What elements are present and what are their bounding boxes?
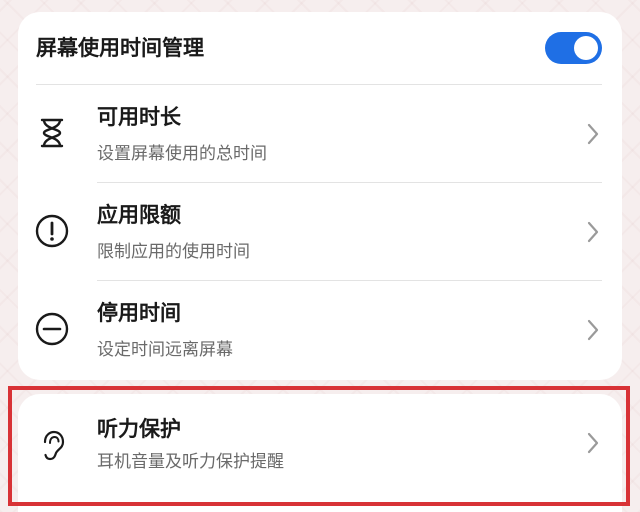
exclamation-circle-icon bbox=[35, 214, 69, 248]
screen-time-header-row: 屏幕使用时间管理 bbox=[18, 12, 622, 84]
item-subtitle: 限制应用的使用时间 bbox=[97, 242, 250, 262]
list-item-app-limits[interactable]: 应用限额 限制应用的使用时间 bbox=[18, 183, 622, 281]
chevron-right-icon bbox=[587, 432, 599, 454]
toggle-knob bbox=[574, 36, 598, 60]
screen-time-card: 屏幕使用时间管理 可用时长 设置屏幕使用的总时间 应用限额 限制应用的使用时间 bbox=[18, 12, 622, 380]
screen-time-toggle[interactable] bbox=[545, 32, 602, 64]
screen-time-title: 屏幕使用时间管理 bbox=[36, 36, 204, 60]
item-title: 可用时长 bbox=[97, 105, 181, 129]
item-title: 停用时间 bbox=[97, 301, 181, 325]
minus-circle-icon bbox=[35, 312, 69, 346]
ear-icon bbox=[43, 430, 65, 461]
item-title: 听力保护 bbox=[97, 417, 181, 441]
list-item-hearing-protection[interactable]: 听力保护 耳机音量及听力保护提醒 bbox=[18, 394, 622, 504]
chevron-right-icon bbox=[587, 319, 599, 341]
list-item-available-duration[interactable]: 可用时长 设置屏幕使用的总时间 bbox=[18, 85, 622, 183]
hearing-protection-card: 听力保护 耳机音量及听力保护提醒 bbox=[18, 394, 622, 512]
list-item-downtime[interactable]: 停用时间 设定时间远离屏幕 bbox=[18, 281, 622, 379]
item-title: 应用限额 bbox=[97, 203, 181, 227]
item-subtitle: 设置屏幕使用的总时间 bbox=[97, 144, 267, 164]
item-subtitle: 耳机音量及听力保护提醒 bbox=[97, 452, 284, 472]
chevron-right-icon bbox=[587, 123, 599, 145]
item-subtitle: 设定时间远离屏幕 bbox=[97, 340, 233, 360]
chevron-right-icon bbox=[587, 221, 599, 243]
hourglass-icon bbox=[40, 118, 64, 148]
